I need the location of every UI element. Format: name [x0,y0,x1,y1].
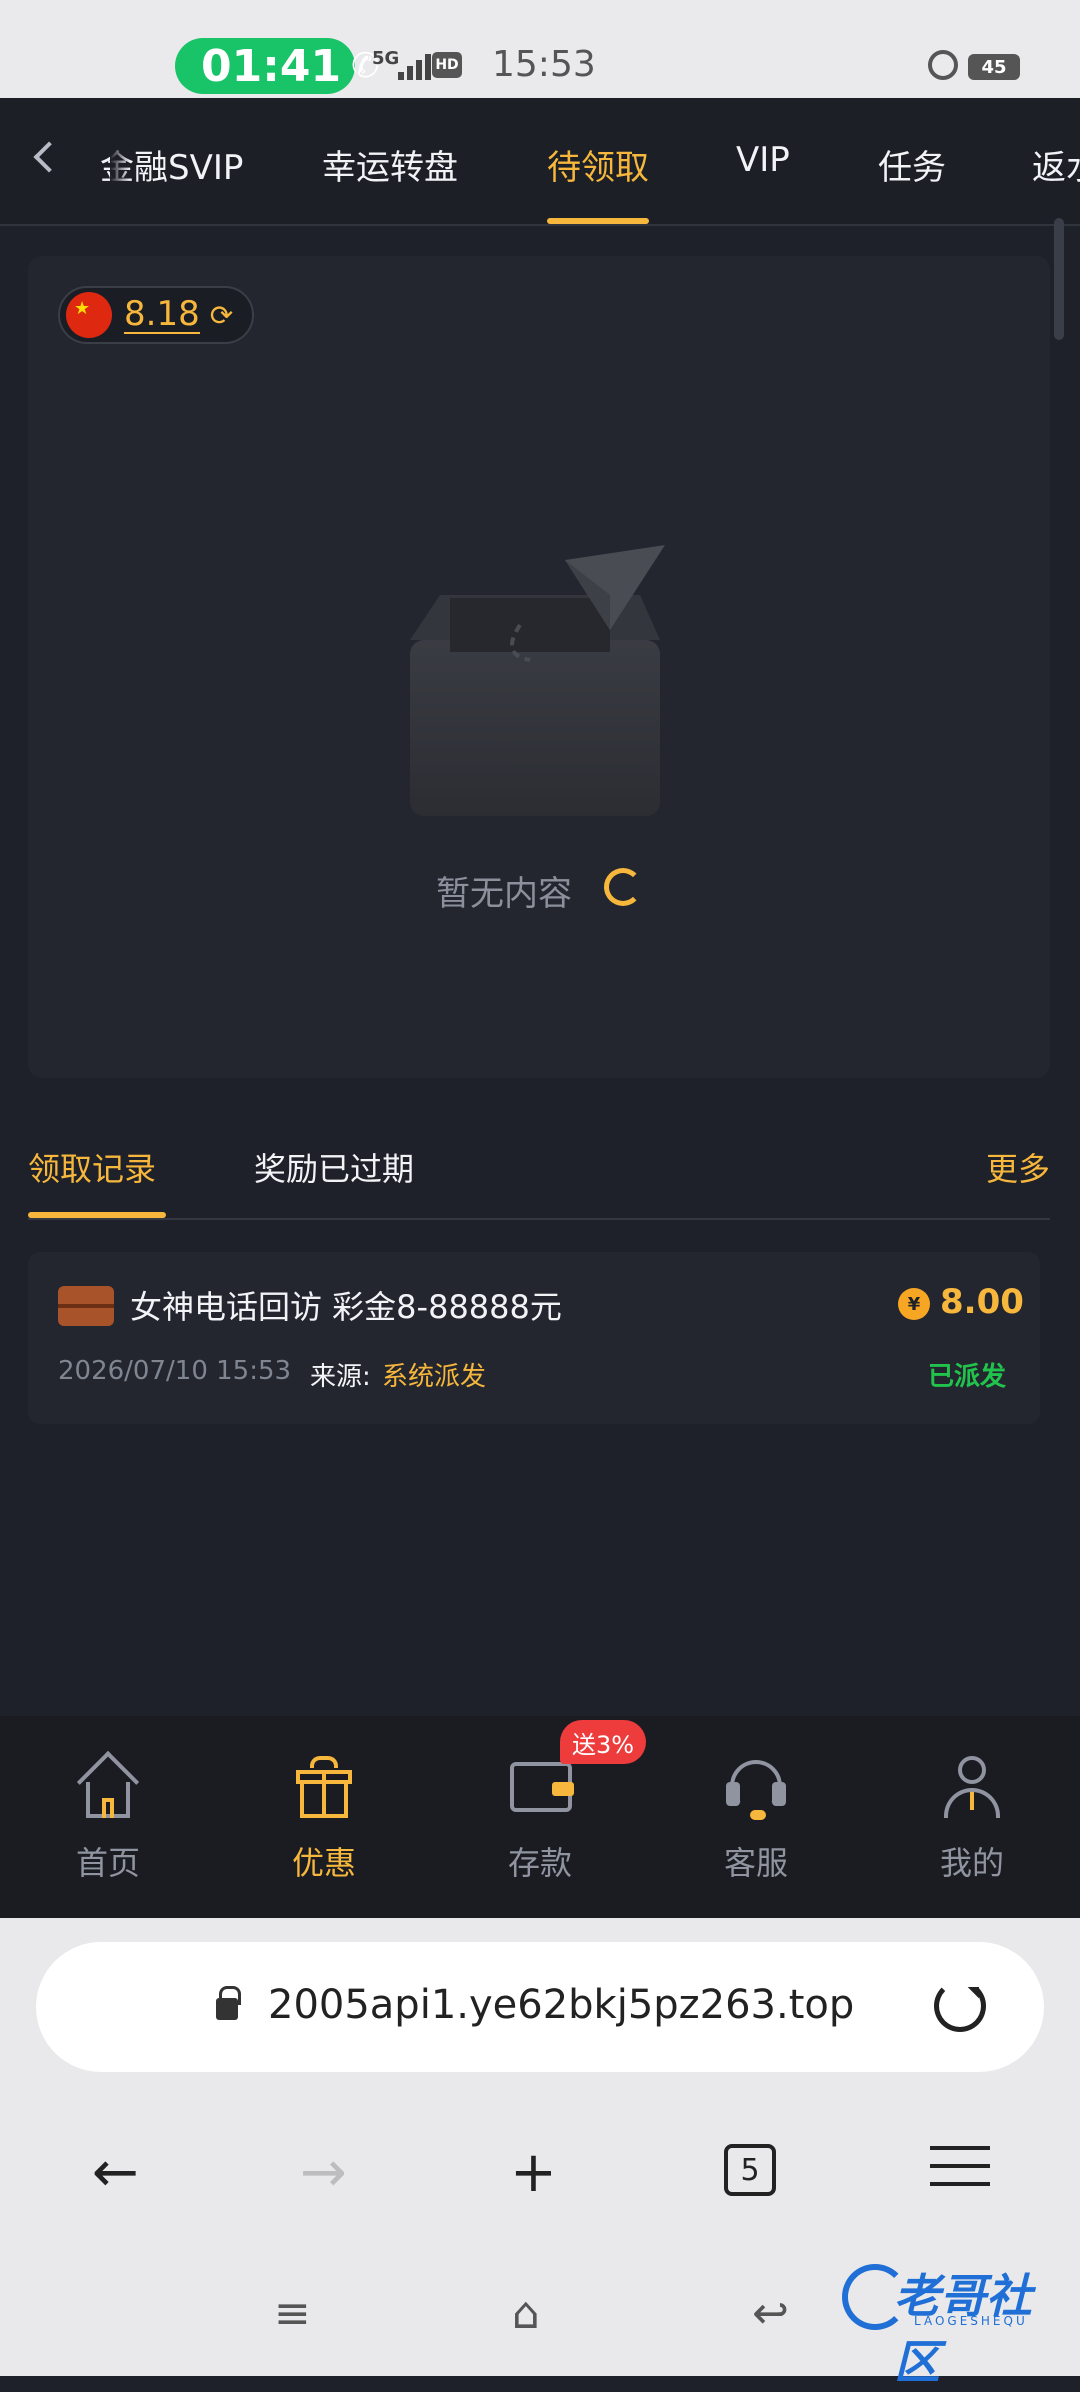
tab-lucky-wheel[interactable]: 幸运转盘 [322,140,458,189]
call-timer-pill[interactable]: 01:41 ✆ [175,38,380,94]
address-bar[interactable]: 2005api1.ye62bkj5pz263.top [36,1942,1044,2072]
empty-box-icon [410,545,665,816]
record-item[interactable]: 女神电话回访 彩金8-88888元 ¥ 8.00 2026/07/10 15:5… [28,1252,1040,1424]
record-source: 系统派发 [382,1362,487,1392]
record-status: 已派发 [928,1362,1007,1392]
record-source-label: 来源: [310,1362,371,1392]
headset-icon [724,1756,788,1820]
network-type: 5G [372,48,400,69]
tab-vip[interactable]: VIP [736,140,790,180]
watermark-logo: 老哥社区 LAOGESHEQU [838,2258,1064,2389]
records-tab-bar: 领取记录 奖励已过期 更多 [28,1140,1050,1220]
back-arrow-icon[interactable]: ← [92,2140,139,2205]
nav-mine[interactable]: 我的 [902,1736,1042,1884]
system-back-icon[interactable]: ↩ [752,2288,789,2339]
tab-expired-rewards[interactable]: 奖励已过期 [254,1144,414,1190]
signal-icon [398,50,431,80]
china-flag-icon: ★ [66,292,112,338]
balance-value: 8.18 [124,294,200,334]
nav-home[interactable]: 首页 [38,1736,178,1884]
home-icon [76,1750,140,1820]
refresh-balance-icon[interactable]: ⟳ [210,299,233,332]
refresh-icon[interactable] [604,868,642,906]
nav-service-label: 客服 [723,1844,788,1882]
tab-claim-records[interactable]: 领取记录 [28,1144,156,1190]
balance-pill[interactable]: ★ 8.18 ⟳ [58,286,254,344]
records-tab-indicator [28,1212,166,1218]
battery-icon: 45 [968,54,1020,80]
forward-arrow-icon[interactable]: → [300,2140,347,2205]
user-icon [940,1756,1004,1820]
alarm-icon [928,50,958,80]
record-title: 女神电话回访 彩金8-88888元 [130,1288,562,1326]
nav-mine-label: 我的 [939,1844,1004,1882]
tab-rebate[interactable]: 返水 [1032,140,1080,189]
menu-icon[interactable] [930,2146,990,2200]
nav-service[interactable]: 客服 [686,1736,826,1884]
deposit-bonus-badge: 送3% [560,1720,647,1764]
record-date: 2026/07/10 15:53 [58,1356,292,1386]
tab-fade [110,128,130,198]
active-tab-indicator [547,218,649,224]
status-bar: 01:41 ✆ 5G HD 15:53 45 [0,0,1080,98]
call-timer: 01:41 [201,40,342,92]
reload-icon[interactable] [934,1980,986,2032]
browser-chrome: 2005api1.ye62bkj5pz263.top ← → + 5 ≡ ⌂ ↩… [0,1918,1080,2389]
bottom-nav: 首页 优惠 存款 客服 我的 [0,1716,1080,1918]
tab-tasks[interactable]: 任务 [878,140,946,189]
scrollbar[interactable] [1054,218,1064,340]
nav-home-label: 首页 [75,1844,140,1882]
clock: 15:53 [492,44,596,85]
lock-icon [216,1986,241,2020]
nav-promotions[interactable]: 优惠 [254,1736,394,1884]
system-home-icon[interactable]: ⌂ [512,2288,540,2339]
top-tab-bar: 金融SVIP 幸运转盘 待领取 VIP 任务 返水 [0,98,1080,226]
nav-promotions-label: 优惠 [291,1844,356,1882]
briefcase-icon [58,1286,114,1326]
new-tab-plus-icon[interactable]: + [510,2140,557,2205]
tab-count-button[interactable]: 5 [724,2144,776,2196]
more-link[interactable]: 更多 [986,1144,1050,1190]
gift-icon [292,1756,356,1820]
watermark-subtext: LAOGESHEQU [914,2314,1028,2328]
coin-icon: ¥ [898,1288,930,1320]
system-menu-icon[interactable]: ≡ [274,2288,311,2339]
empty-state-text: 暂无内容 [436,874,572,914]
wallet-icon [508,1756,574,1820]
nav-deposit-label: 存款 [507,1844,572,1882]
back-chevron-icon[interactable] [33,141,65,173]
tab-pending[interactable]: 待领取 [547,140,649,189]
url-text[interactable]: 2005api1.ye62bkj5pz263.top [268,1982,854,2028]
hd-icon: HD [432,52,462,78]
record-amount: 8.00 [940,1282,1024,1322]
